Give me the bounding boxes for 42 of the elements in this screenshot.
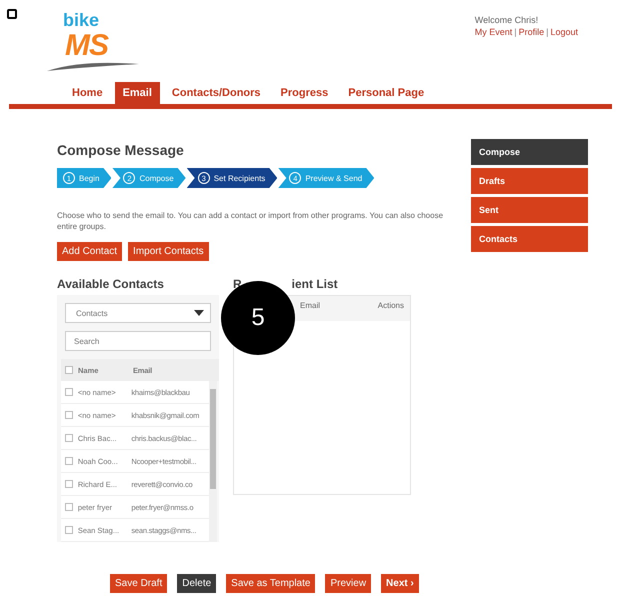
action-button[interactable]: Import Contacts bbox=[128, 242, 209, 261]
checkbox[interactable] bbox=[65, 503, 73, 511]
checkbox[interactable] bbox=[65, 480, 73, 488]
nav-tab[interactable]: Email bbox=[114, 82, 160, 104]
scrollbar[interactable] bbox=[209, 381, 217, 542]
square-icon bbox=[7, 9, 17, 19]
dropdown-caret-icon bbox=[194, 310, 204, 316]
logo[interactable]: bike MS bbox=[45, 10, 145, 74]
nav-tab[interactable]: Progress bbox=[272, 82, 336, 104]
header-link[interactable]: Logout bbox=[550, 26, 578, 38]
header-link[interactable]: Profile bbox=[518, 26, 544, 38]
column-header: Actions bbox=[378, 301, 404, 312]
contacts-dropdown[interactable]: Contacts bbox=[65, 303, 211, 323]
column-header: Email bbox=[300, 301, 320, 312]
footer-button[interactable]: Next › bbox=[381, 574, 419, 593]
link-separator: | bbox=[546, 26, 548, 38]
section-title: ient List bbox=[292, 277, 338, 291]
instructions-text: Choose who to send the email to. You can add a contact or import from other programs. You can also choose entire groups. bbox=[57, 210, 444, 232]
page-title: Compose Message bbox=[57, 142, 185, 158]
nav-tab[interactable]: Personal Page bbox=[340, 82, 432, 104]
footer-button[interactable]: Preview bbox=[325, 574, 372, 593]
checkbox[interactable] bbox=[65, 411, 73, 419]
nav-tab[interactable]: Home bbox=[64, 82, 111, 104]
footer-button[interactable]: Save as Template bbox=[226, 574, 316, 593]
sidebar-item[interactable]: Compose bbox=[471, 139, 588, 165]
sidebar-item[interactable]: Contacts bbox=[471, 226, 588, 252]
header-link[interactable]: My Event bbox=[474, 26, 512, 38]
sidebar-item[interactable]: Sent bbox=[471, 197, 588, 223]
checkbox[interactable] bbox=[65, 526, 73, 534]
welcome-text: Welcome Chris! bbox=[474, 15, 538, 25]
checkbox[interactable] bbox=[65, 434, 73, 442]
nav-tab[interactable]: Contacts/Donors bbox=[164, 82, 269, 104]
action-button[interactable]: Add Contact bbox=[57, 242, 122, 261]
sidebar-item[interactable]: Drafts bbox=[471, 168, 588, 194]
link-separator: | bbox=[514, 26, 517, 38]
checkbox[interactable] bbox=[65, 457, 73, 465]
footer-button[interactable]: Delete bbox=[177, 574, 216, 593]
footer-button[interactable]: Save Draft bbox=[110, 574, 168, 593]
section-title: Available Contacts bbox=[57, 277, 165, 291]
checkbox[interactable] bbox=[65, 366, 73, 374]
search-field[interactable]: Search bbox=[65, 331, 211, 351]
checkbox[interactable] bbox=[65, 388, 73, 396]
